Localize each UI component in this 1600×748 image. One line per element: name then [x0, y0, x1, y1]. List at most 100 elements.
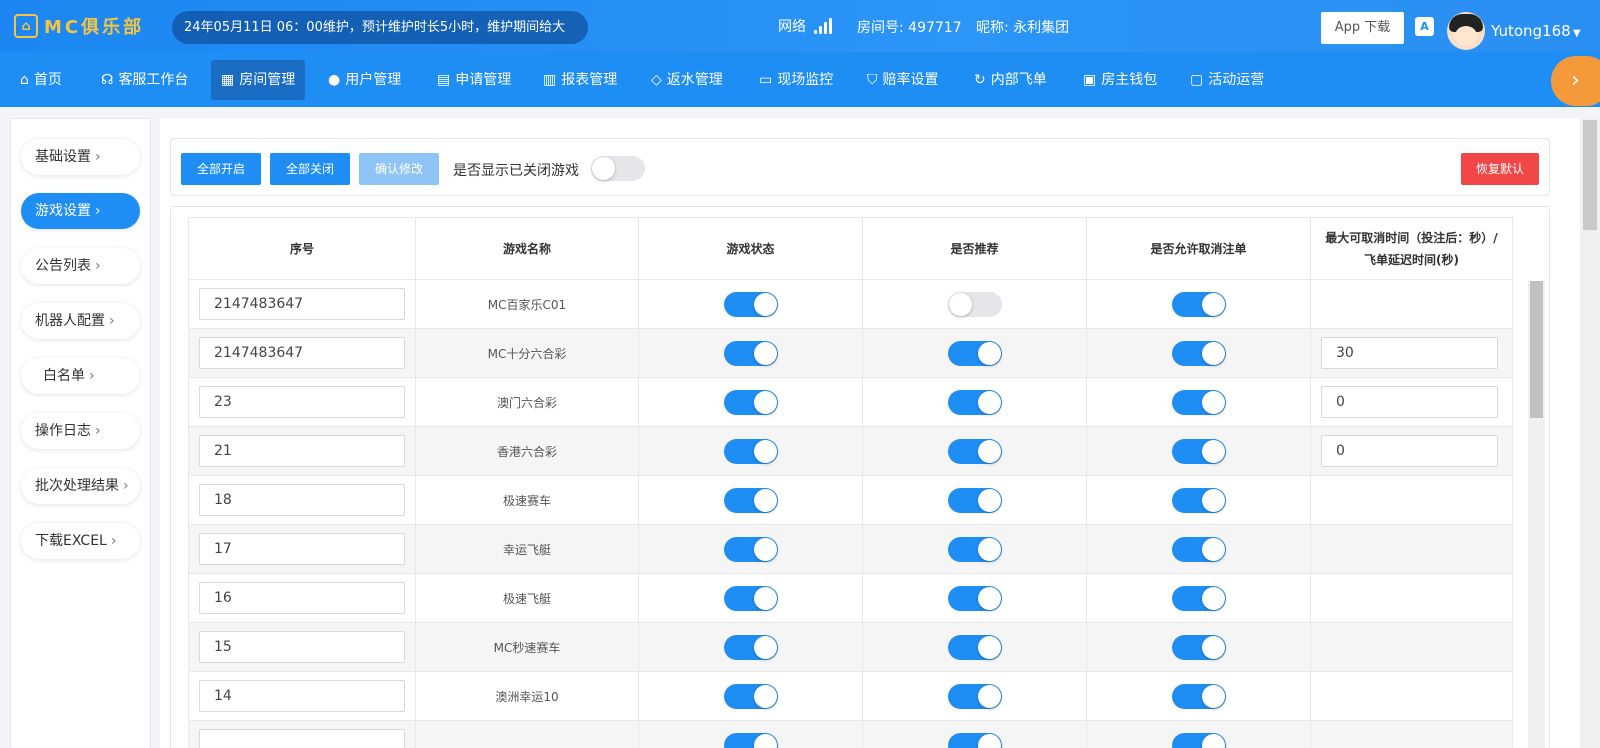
- allow-cancel-toggle[interactable]: [1171, 683, 1226, 709]
- nav-item-home[interactable]: ⌂ 首页: [10, 60, 72, 100]
- allow-cancel-cell: [1086, 279, 1311, 329]
- sidebar-item-batch[interactable]: 批次处理结果 ›: [21, 468, 140, 504]
- status-cell: [638, 573, 863, 623]
- recommend-toggle[interactable]: [947, 585, 1002, 611]
- table-scrollbar-thumb[interactable]: [1530, 281, 1543, 418]
- max-cancel-cell: [1310, 524, 1513, 574]
- status-toggle[interactable]: [723, 536, 778, 562]
- recommend-toggle[interactable]: [947, 732, 1002, 748]
- allow-cancel-toggle[interactable]: [1171, 634, 1226, 660]
- recommend-toggle[interactable]: [947, 389, 1002, 415]
- sidebar-item-label: 白名单: [43, 368, 85, 384]
- recommend-toggle[interactable]: [947, 634, 1002, 660]
- nav-item-service[interactable]: ☊ 客服工作台: [91, 60, 198, 100]
- allow-cancel-toggle[interactable]: [1171, 340, 1226, 366]
- sidebar-item-whitelist[interactable]: 白名单 ›: [21, 358, 140, 394]
- seq-input[interactable]: 21: [199, 435, 405, 467]
- status-toggle[interactable]: [723, 683, 778, 709]
- allow-cancel-toggle[interactable]: [1171, 585, 1226, 611]
- table-scrollbar[interactable]: [1528, 281, 1545, 748]
- status-toggle[interactable]: [723, 585, 778, 611]
- close-all-button[interactable]: 全部关闭: [270, 153, 350, 185]
- page-scrollbar-thumb[interactable]: [1583, 120, 1597, 230]
- open-all-button[interactable]: 全部开启: [181, 153, 261, 185]
- allow-cancel-toggle[interactable]: [1171, 389, 1226, 415]
- seq-input[interactable]: 15: [199, 631, 405, 663]
- nav-item-report[interactable]: ▥ 报表管理: [533, 60, 627, 100]
- max-cancel-input[interactable]: 0: [1321, 386, 1498, 418]
- seq-input[interactable]: 23: [199, 386, 405, 418]
- sidebar-item-label: 下载EXCEL: [35, 533, 107, 549]
- sidebar-item-basic[interactable]: 基础设置 ›: [21, 139, 140, 175]
- status-toggle[interactable]: [723, 340, 778, 366]
- recommend-toggle[interactable]: [947, 683, 1002, 709]
- allow-cancel-toggle[interactable]: [1171, 536, 1226, 562]
- recommend-cell: [862, 671, 1087, 721]
- nav-item-monitor[interactable]: ▭ 现场监控: [749, 60, 843, 100]
- app-download-button[interactable]: App 下载: [1321, 12, 1404, 44]
- status-toggle[interactable]: [723, 732, 778, 748]
- seq-input[interactable]: 18: [199, 484, 405, 516]
- logo-mark-icon: ⌂: [14, 14, 38, 38]
- restore-default-button[interactable]: 恢复默认: [1461, 153, 1539, 185]
- recommend-toggle[interactable]: [947, 291, 1002, 317]
- sidebar-item-robot[interactable]: 机器人配置 ›: [21, 303, 140, 339]
- chevron-right-icon: ›: [89, 368, 95, 384]
- seq-input[interactable]: [199, 729, 405, 748]
- nav-item-room[interactable]: ▦ 房间管理: [211, 60, 306, 100]
- recommend-toggle[interactable]: [947, 487, 1002, 513]
- game-name: 澳洲幸运10: [415, 671, 639, 721]
- nav-item-wallet[interactable]: ▣ 房主钱包: [1073, 60, 1167, 100]
- max-cancel-cell: 0: [1310, 426, 1513, 476]
- clipboard-icon: ▢: [1190, 72, 1204, 88]
- logo[interactable]: ⌂ MC俱乐部: [14, 12, 144, 40]
- allow-cancel-cell: [1086, 671, 1311, 721]
- seq-input[interactable]: 2147483647: [199, 288, 405, 320]
- allow-cancel-toggle[interactable]: [1171, 487, 1226, 513]
- recommend-cell: [862, 426, 1087, 476]
- nav-item-rebate[interactable]: ◇ 返水管理: [641, 60, 733, 100]
- game-settings-panel: 全部开启 全部关闭 确认修改 是否显示已关闭游戏 恢复默认 序号 游戏名称 游戏…: [160, 118, 1580, 748]
- nav-more-button[interactable]: ›: [1551, 56, 1600, 106]
- avatar[interactable]: [1447, 12, 1485, 50]
- status-toggle[interactable]: [723, 634, 778, 660]
- status-toggle[interactable]: [723, 291, 778, 317]
- nav-item-odds[interactable]: ⛉ 赔率设置: [857, 60, 949, 100]
- seq-input[interactable]: 2147483647: [199, 337, 405, 369]
- username[interactable]: Yutong168: [1491, 22, 1571, 40]
- nav-item-users[interactable]: ● 用户管理: [318, 60, 411, 100]
- seq-input[interactable]: 17: [199, 533, 405, 565]
- recommend-toggle[interactable]: [947, 536, 1002, 562]
- nickname: 昵称: 永利集团: [976, 20, 1070, 36]
- translate-icon[interactable]: A: [1415, 17, 1434, 36]
- sidebar-item-label: 操作日志: [35, 423, 91, 439]
- sidebar-item-announcement[interactable]: 公告列表 ›: [21, 248, 140, 284]
- max-cancel-input[interactable]: 0: [1321, 435, 1498, 467]
- table-row: 15 MC秒速赛车: [188, 622, 1513, 672]
- nav-item-apply[interactable]: ▤ 申请管理: [427, 60, 521, 100]
- allow-cancel-toggle[interactable]: [1171, 732, 1226, 748]
- sidebar-item-log[interactable]: 操作日志 ›: [21, 413, 140, 449]
- sidebar-item-excel[interactable]: 下载EXCEL ›: [21, 523, 140, 559]
- nav-item-fly-order[interactable]: ↻ 内部飞单: [964, 60, 1057, 100]
- allow-cancel-toggle[interactable]: [1171, 291, 1226, 317]
- sidebar-item-game[interactable]: 游戏设置 ›: [21, 193, 140, 229]
- grid-icon: ▦: [221, 72, 235, 88]
- status-toggle[interactable]: [723, 389, 778, 415]
- status-toggle[interactable]: [723, 487, 778, 513]
- recommend-toggle[interactable]: [947, 438, 1002, 464]
- header-seq: 序号: [188, 217, 416, 280]
- chevron-down-icon[interactable]: ▼: [1573, 28, 1581, 39]
- nav-item-activity[interactable]: ▢ 活动运营: [1180, 60, 1274, 100]
- recommend-toggle[interactable]: [947, 340, 1002, 366]
- confirm-changes-button[interactable]: 确认修改: [359, 153, 439, 185]
- seq-input[interactable]: 16: [199, 582, 405, 614]
- page-scrollbar[interactable]: [1580, 118, 1600, 748]
- signal-icon: [814, 18, 832, 34]
- max-cancel-cell: [1310, 622, 1513, 672]
- status-toggle[interactable]: [723, 438, 778, 464]
- max-cancel-input[interactable]: 30: [1321, 337, 1498, 369]
- show-closed-toggle[interactable]: [591, 156, 645, 181]
- seq-input[interactable]: 14: [199, 680, 405, 712]
- allow-cancel-toggle[interactable]: [1171, 438, 1226, 464]
